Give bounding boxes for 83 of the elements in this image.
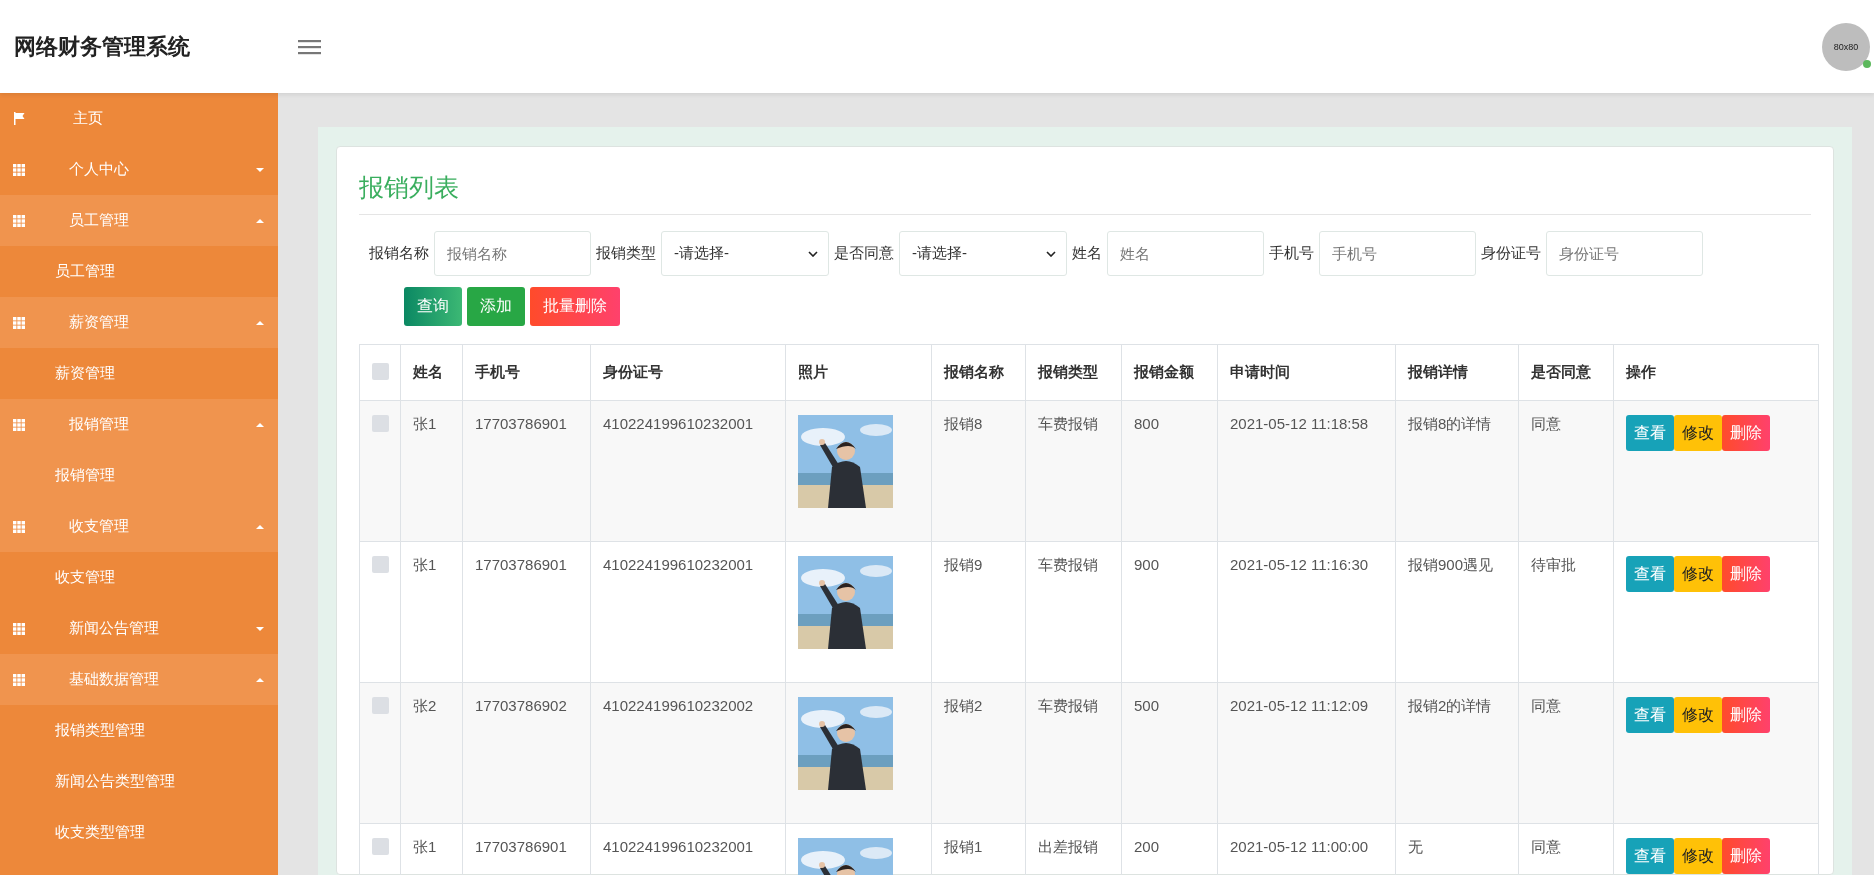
table-cell: 410224199610232001 xyxy=(603,556,754,573)
column-header: 报销详情 xyxy=(1408,363,1468,380)
table-cell: 900 xyxy=(1134,556,1160,573)
filter-label: 身份证号 xyxy=(1481,244,1541,263)
filter-label: 报销名称 xyxy=(369,244,429,263)
table-cell: 车费报销 xyxy=(1038,697,1098,714)
table-cell: 17703786902 xyxy=(475,697,567,714)
table-cell: 报销2 xyxy=(944,697,983,714)
table-cell: 500 xyxy=(1134,697,1160,714)
column-header: 报销金额 xyxy=(1134,363,1194,380)
table-cell: 410224199610232002 xyxy=(603,697,754,714)
delete-button[interactable]: 批量删除 xyxy=(530,287,620,326)
column-header: 是否同意 xyxy=(1531,363,1591,380)
table-cell: 410224199610232001 xyxy=(603,838,754,855)
sidebar-item[interactable]: 薪资管理 xyxy=(0,297,278,348)
table-cell: 2021-05-12 11:12:09 xyxy=(1230,697,1369,714)
delete-button[interactable]: 删除 xyxy=(1722,838,1770,874)
view-button[interactable]: 查看 xyxy=(1626,697,1674,733)
page-title: 报销列表 xyxy=(359,163,1811,215)
table-cell: 报销9 xyxy=(944,556,983,573)
table-cell: 出差报销 xyxy=(1038,838,1098,855)
column-header: 申请时间 xyxy=(1230,363,1290,380)
table-cell: 2021-05-12 11:18:58 xyxy=(1230,415,1369,432)
search-button[interactable]: 查询 xyxy=(404,287,462,326)
table-cell: 17703786901 xyxy=(475,838,567,855)
filter-input[interactable]: 姓名 xyxy=(1107,231,1264,276)
filter-label: 姓名 xyxy=(1072,244,1102,263)
delete-button[interactable]: 删除 xyxy=(1722,556,1770,592)
table-cell: 同意 xyxy=(1531,415,1561,432)
column-header: 操作 xyxy=(1626,363,1656,380)
column-header: 手机号 xyxy=(475,363,520,380)
table-cell: 张1 xyxy=(413,556,437,573)
sidebar-item[interactable]: 基础数据管理 xyxy=(0,654,278,705)
edit-button[interactable]: 修改 xyxy=(1674,415,1722,451)
table-cell: 报销2的详情 xyxy=(1408,697,1492,714)
table-cell: 200 xyxy=(1134,838,1160,855)
filter-input[interactable]: 报销名称 xyxy=(434,231,591,276)
table-cell: 车费报销 xyxy=(1038,415,1098,432)
table-cell: 同意 xyxy=(1531,697,1561,714)
table-cell: 报销900遇见 xyxy=(1408,556,1494,573)
filter-label: 手机号 xyxy=(1269,244,1314,263)
table-cell: 待审批 xyxy=(1531,556,1576,573)
column-header: 姓名 xyxy=(413,363,443,380)
table-cell: 报销8的详情 xyxy=(1408,415,1492,432)
column-header: 照片 xyxy=(798,363,828,380)
table-cell: 2021-05-12 11:16:30 xyxy=(1230,556,1369,573)
delete-button[interactable]: 删除 xyxy=(1722,415,1770,451)
sidebar-item[interactable]: 收支管理 xyxy=(0,501,278,552)
view-button[interactable]: 查看 xyxy=(1626,556,1674,592)
filter-select[interactable]: -请选择- xyxy=(899,231,1067,276)
avatar[interactable]: 80x80 xyxy=(1822,22,1870,71)
sidebar-subitem[interactable]: 报销管理 xyxy=(0,450,278,501)
table-cell: 张2 xyxy=(413,697,437,714)
app-title: 网络财务管理系统 xyxy=(13,32,191,61)
view-button[interactable]: 查看 xyxy=(1626,415,1674,451)
filter-label: 报销类型 xyxy=(596,244,656,263)
filter-select[interactable]: -请选择- xyxy=(661,231,829,276)
table-cell: 无 xyxy=(1408,838,1423,855)
table-cell: 2021-05-12 11:00:00 xyxy=(1230,838,1369,855)
delete-button[interactable]: 删除 xyxy=(1722,697,1770,733)
table-cell: 张1 xyxy=(413,415,437,432)
table-cell: 410224199610232001 xyxy=(603,415,754,432)
table-cell: 17703786901 xyxy=(475,556,567,573)
sidebar-item[interactable]: 员工管理 xyxy=(0,195,278,246)
table-cell: 17703786901 xyxy=(475,415,567,432)
column-header: 报销名称 xyxy=(944,363,1004,380)
filter-input[interactable]: 身份证号 xyxy=(1546,231,1703,276)
filter-label: 是否同意 xyxy=(834,244,894,263)
table-cell: 800 xyxy=(1134,415,1160,432)
edit-button[interactable]: 修改 xyxy=(1674,697,1722,733)
view-button[interactable]: 查看 xyxy=(1626,838,1674,874)
table-cell: 同意 xyxy=(1531,838,1561,855)
table-cell: 报销8 xyxy=(944,415,983,432)
filter-input[interactable]: 手机号 xyxy=(1319,231,1476,276)
sidebar-item[interactable]: 报销管理 xyxy=(0,399,278,450)
table-cell: 张1 xyxy=(413,838,437,855)
table-cell: 报销1 xyxy=(944,838,983,855)
table-cell: 车费报销 xyxy=(1038,556,1098,573)
add-button[interactable]: 添加 xyxy=(467,287,525,326)
edit-button[interactable]: 修改 xyxy=(1674,838,1722,874)
column-header: 身份证号 xyxy=(603,363,663,380)
column-header: 报销类型 xyxy=(1038,363,1098,380)
edit-button[interactable]: 修改 xyxy=(1674,556,1722,592)
